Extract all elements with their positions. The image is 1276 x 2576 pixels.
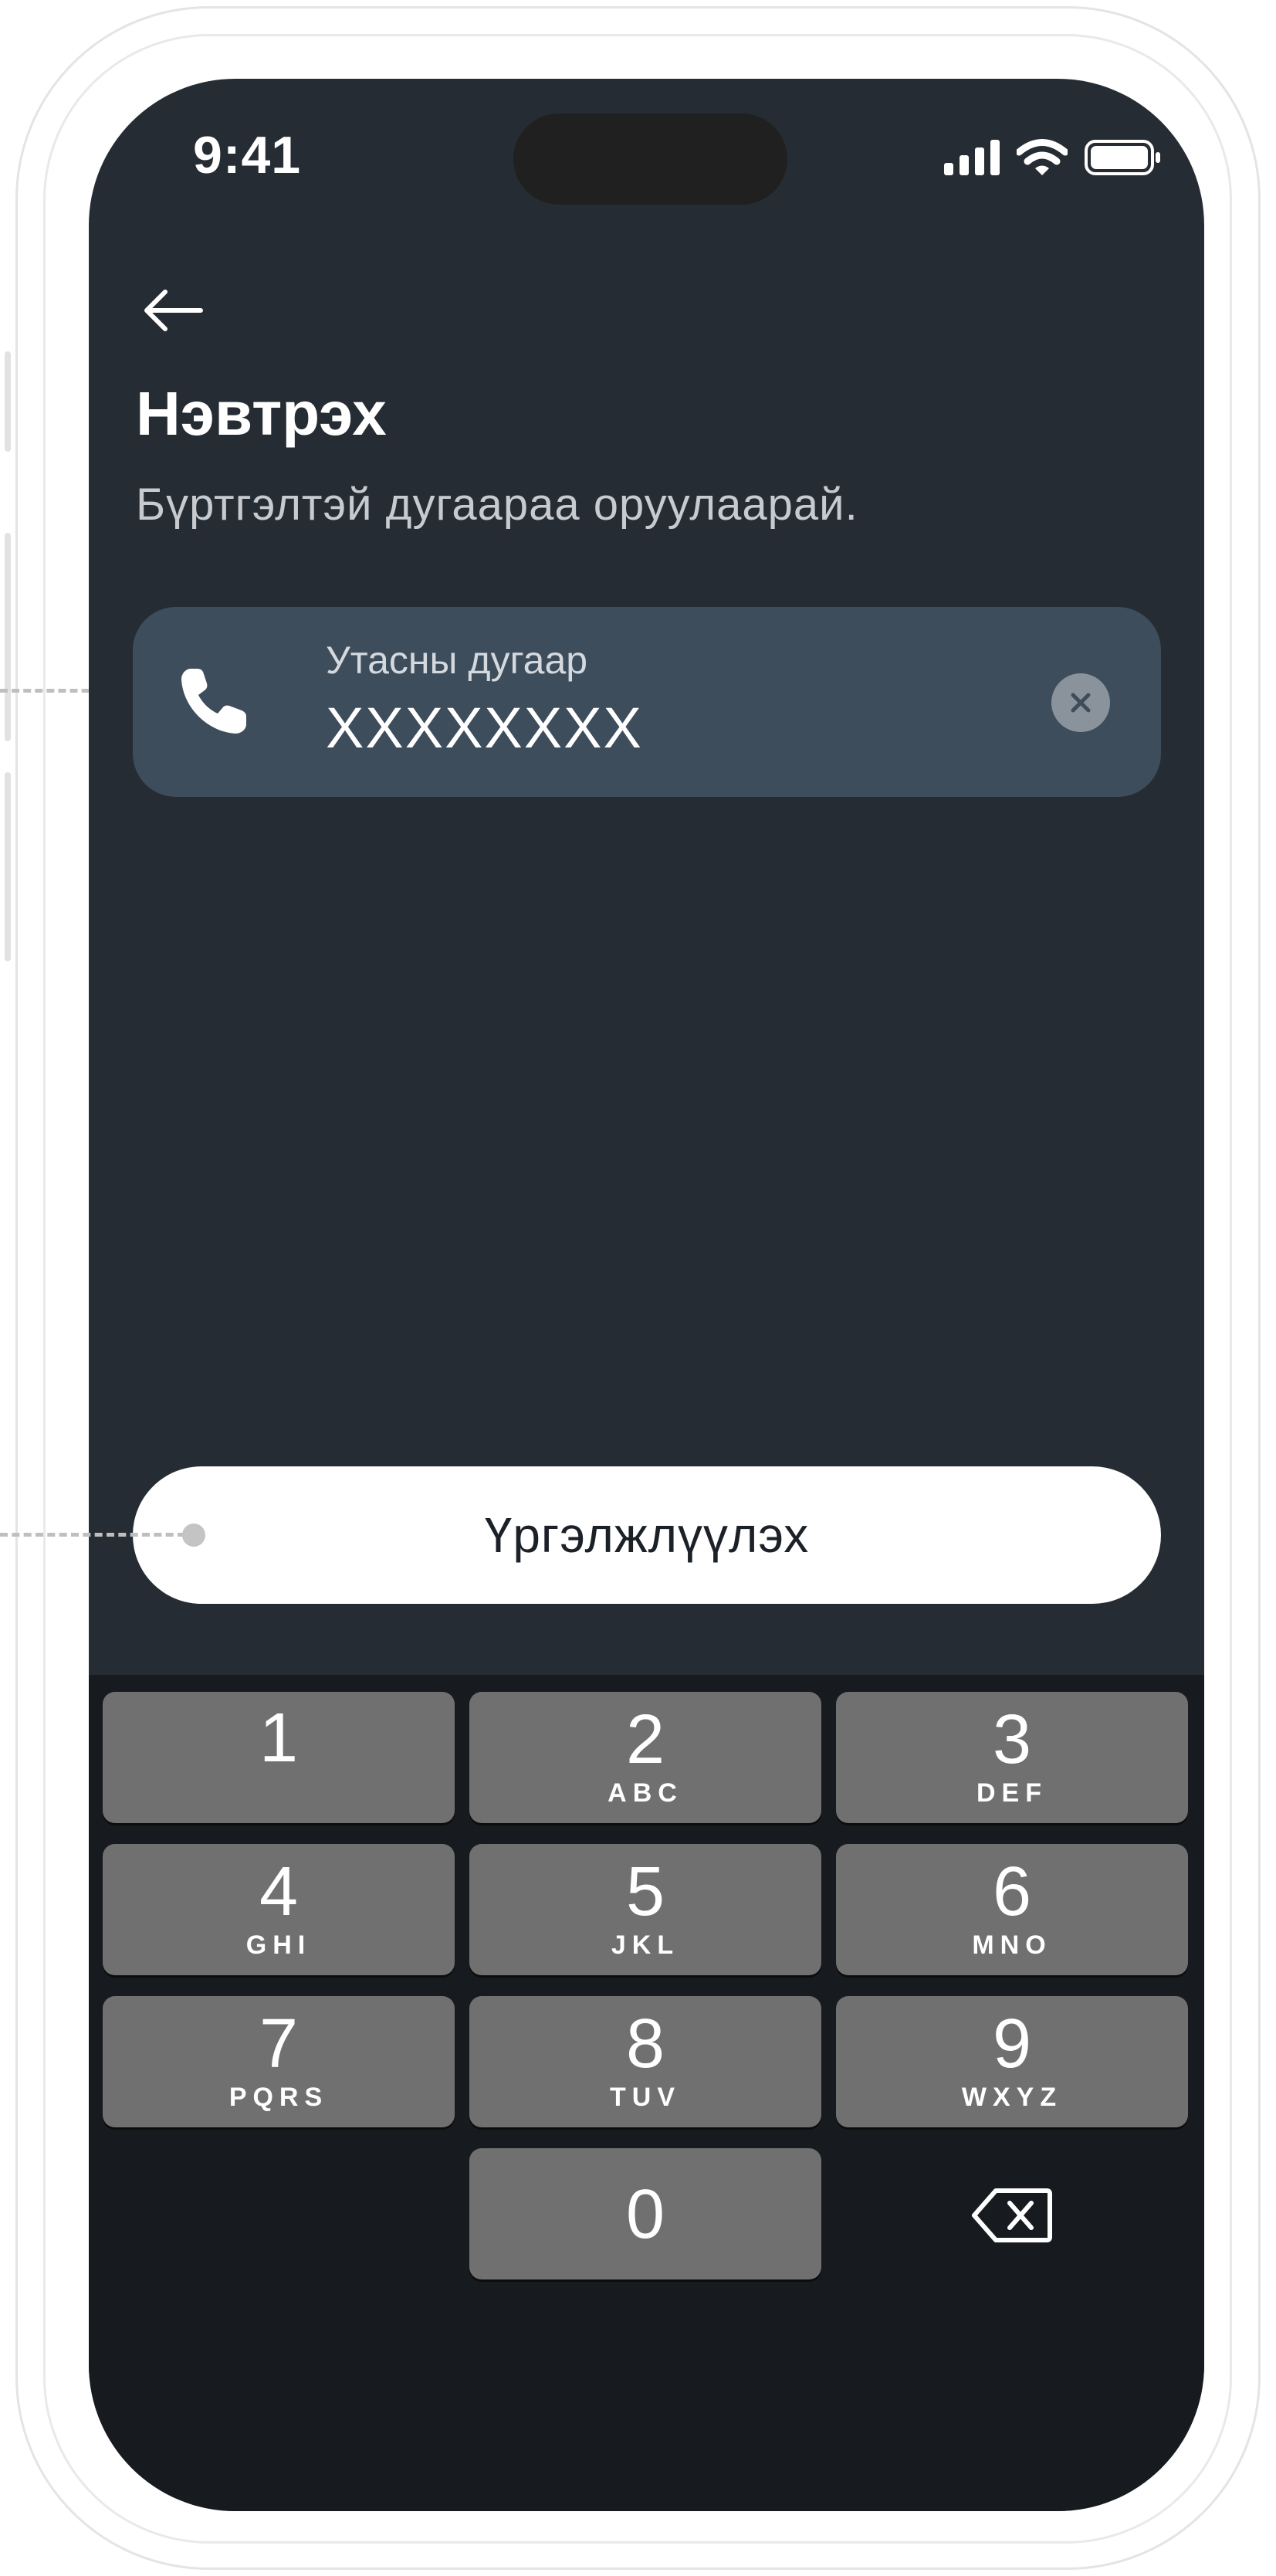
key-2[interactable]: 2 ABC <box>469 1692 821 1823</box>
status-time: 9:41 <box>193 126 302 185</box>
device-action-button <box>5 351 11 452</box>
key-7[interactable]: 7 PQRS <box>103 1996 455 2127</box>
key-digit: 3 <box>992 1701 1032 1778</box>
key-letters: TUV <box>610 2083 681 2112</box>
key-5[interactable]: 5 JKL <box>469 1844 821 1975</box>
key-4[interactable]: 4 GHI <box>103 1844 455 1975</box>
continue-button[interactable]: Үргэлжлүүлэх <box>133 1466 1161 1604</box>
delete-key[interactable] <box>970 2185 1054 2246</box>
continue-button-label: Үргэлжлүүлэх <box>484 1507 810 1563</box>
key-letters: DEF <box>976 1778 1048 1808</box>
key-letters: ABC <box>608 1778 683 1808</box>
key-3[interactable]: 3 DEF <box>836 1692 1188 1823</box>
battery-icon <box>1085 140 1160 175</box>
key-9[interactable]: 9 WXYZ <box>836 1996 1188 2127</box>
clear-icon <box>1071 693 1091 713</box>
annotation-dot-continue-button <box>182 1524 205 1547</box>
key-digit: 2 <box>625 1701 665 1778</box>
device-volume-down-button <box>5 772 11 961</box>
key-8[interactable]: 8 TUV <box>469 1996 821 2127</box>
numeric-keypad: 1 2 ABC 3 DEF 4 GHI 5 JKL 6 MNO 7 PQRS 8… <box>89 1675 1204 2511</box>
key-6[interactable]: 6 MNO <box>836 1844 1188 1975</box>
key-letters: JKL <box>611 1930 680 1960</box>
device-volume-up-button <box>5 533 11 741</box>
page-subtitle: Бүртгэлтэй дугаараа оруулаарай. <box>136 480 858 530</box>
phone-screen: 9:41 Нэвтрэх Бүртгэлтэй дугаараа оруулаа… <box>89 79 1204 2511</box>
backspace-icon <box>972 2188 1052 2242</box>
key-digit: 5 <box>625 1853 665 1930</box>
key-letters: MNO <box>972 1930 1052 1960</box>
page-title: Нэвтрэх <box>136 379 387 448</box>
back-button[interactable] <box>138 276 208 345</box>
key-letters: GHI <box>245 1930 312 1960</box>
status-icons <box>944 139 1162 176</box>
phone-field-label: Утасны дугаар <box>326 639 588 682</box>
key-digit: 8 <box>625 2005 665 2083</box>
key-0[interactable]: 0 <box>469 2148 821 2279</box>
annotation-line-continue-button <box>0 1533 185 1537</box>
arrow-left-icon <box>144 290 203 331</box>
key-digit: 9 <box>992 2005 1032 2083</box>
device-mockup: 9:41 Нэвтрэх Бүртгэлтэй дугаараа оруулаа… <box>0 0 1276 2576</box>
dynamic-island <box>513 114 787 205</box>
key-letters: WXYZ <box>961 2083 1063 2112</box>
key-digit: 4 <box>259 1853 299 1930</box>
key-digit: 0 <box>625 2176 665 2253</box>
signal-icon <box>944 140 1000 175</box>
phone-icon <box>181 669 246 734</box>
key-letters: PQRS <box>228 2083 329 2112</box>
key-digit: 1 <box>259 1700 299 1777</box>
phone-number-field[interactable]: Утасны дугаар XXXXXXXX <box>133 607 1161 797</box>
key-digit: 7 <box>259 2005 299 2083</box>
clear-button[interactable] <box>1051 673 1110 732</box>
phone-input[interactable]: XXXXXXXX <box>326 695 643 761</box>
key-digit: 6 <box>992 1853 1032 1930</box>
key-1[interactable]: 1 <box>103 1692 455 1823</box>
wifi-icon <box>1017 139 1068 175</box>
